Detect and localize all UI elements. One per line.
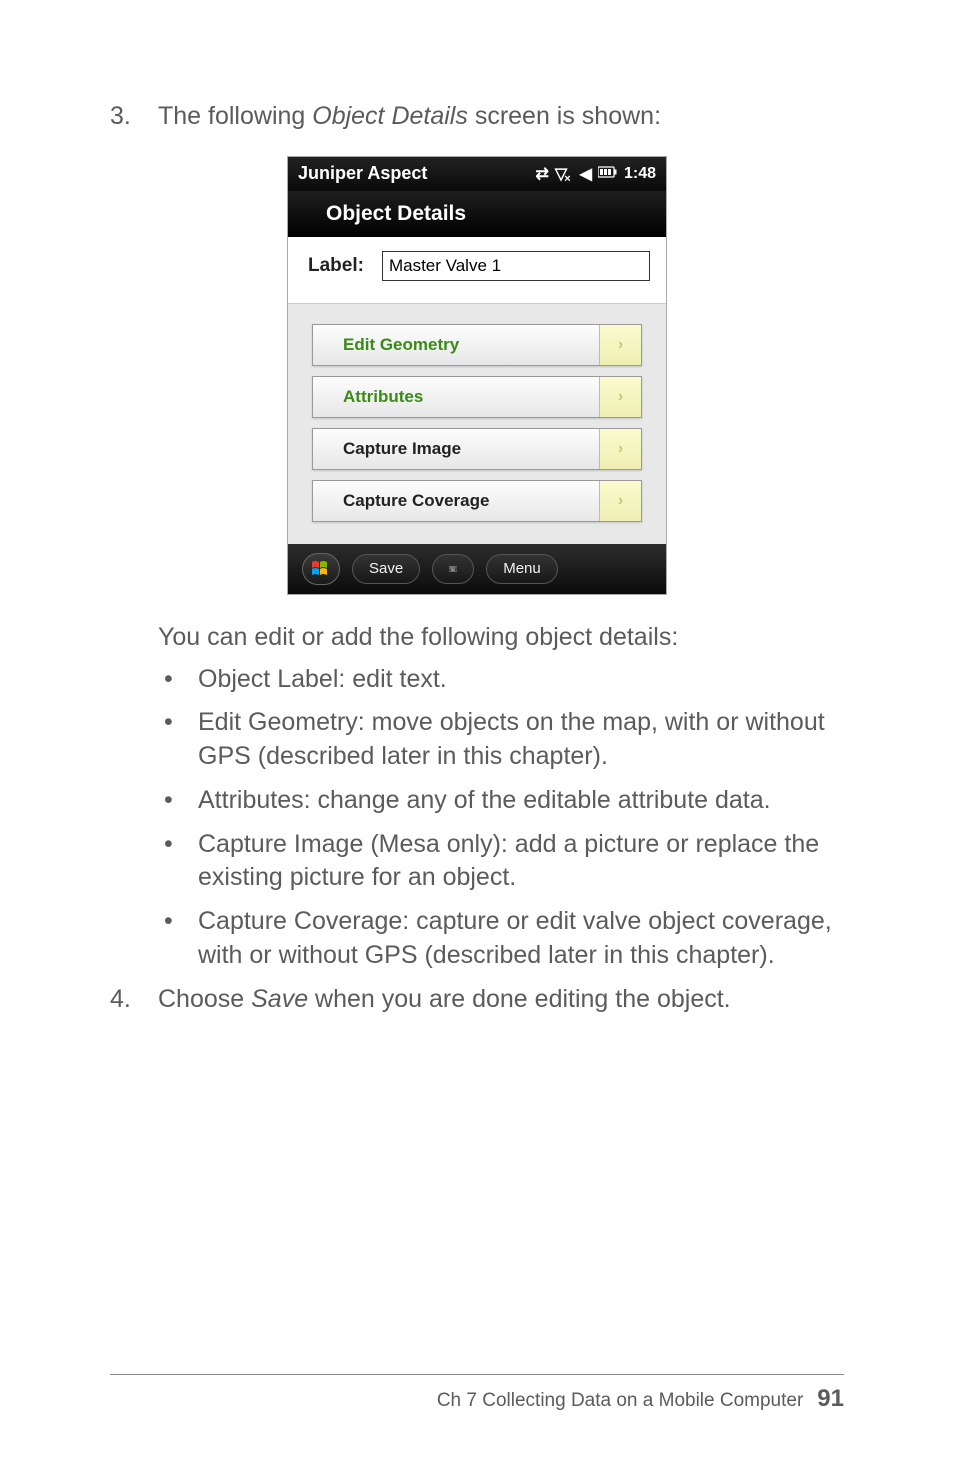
- ordered-item-4-text-before: Choose: [158, 985, 251, 1013]
- menu-button[interactable]: Menu: [486, 554, 558, 584]
- capture-coverage-button[interactable]: Capture Coverage ›: [312, 480, 642, 522]
- status-area: ⇄ ▽× ◀ 1:48: [536, 164, 657, 184]
- edit-geometry-label: Edit Geometry: [343, 335, 459, 355]
- ordered-item-3-italic: Object Details: [312, 102, 468, 130]
- signal-x-icon: ×: [564, 173, 570, 185]
- page: 3. The following Object Details screen i…: [0, 0, 954, 1475]
- bullet-text: Object Label: edit text.: [198, 663, 844, 697]
- embedded-screenshot: Juniper Aspect ⇄ ▽× ◀ 1:48 Object Detail…: [287, 156, 667, 595]
- chevron-right-icon: ›: [599, 481, 641, 521]
- save-button[interactable]: Save: [352, 554, 420, 584]
- title-bar: Juniper Aspect ⇄ ▽× ◀ 1:48: [288, 157, 666, 191]
- bullet-item: Capture Image (Mesa only): add a picture…: [158, 828, 844, 896]
- bullet-text: Capture Image (Mesa only): add a picture…: [198, 828, 844, 896]
- ordered-item-4-body: Choose Save when you are done editing th…: [158, 983, 844, 1017]
- ordered-item-3: 3. The following Object Details screen i…: [110, 100, 844, 134]
- ordered-item-3-number: 3.: [110, 100, 158, 134]
- ordered-item-4-text-after: when you are done editing the object.: [308, 985, 731, 1013]
- chevron-right-icon: ›: [599, 325, 641, 365]
- label-row: Label:: [288, 237, 666, 304]
- bullet-dot: [158, 828, 198, 896]
- battery-icon: [598, 165, 618, 183]
- ordered-item-4-italic: Save: [251, 985, 308, 1013]
- edit-geometry-button[interactable]: Edit Geometry ›: [312, 324, 642, 366]
- page-footer: Ch 7 Collecting Data on a Mobile Compute…: [110, 1374, 844, 1413]
- keyboard-button[interactable]: [432, 554, 474, 584]
- bullet-text: Attributes: change any of the editable a…: [198, 784, 844, 818]
- bottom-bar: Save Menu: [288, 544, 666, 594]
- bullet-list: Object Label: edit text. Edit Geometry: …: [158, 663, 844, 973]
- bullet-dot: [158, 784, 198, 818]
- app-title: Juniper Aspect: [298, 163, 427, 184]
- keyboard-icon: [449, 563, 457, 575]
- bullet-text: Capture Coverage: capture or edit valve …: [198, 905, 844, 973]
- sync-icon: ⇄: [536, 164, 549, 184]
- volume-icon: ◀: [580, 164, 592, 184]
- bullet-dot: [158, 663, 198, 697]
- capture-image-label: Capture Image: [343, 439, 461, 459]
- bullet-item: Attributes: change any of the editable a…: [158, 784, 844, 818]
- ordered-item-4: 4. Choose Save when you are done editing…: [110, 983, 844, 1017]
- ordered-item-3-text-after: screen is shown:: [468, 102, 661, 130]
- label-caption: Label:: [308, 255, 364, 277]
- windows-icon: [310, 558, 332, 580]
- windows-start-button[interactable]: [302, 553, 340, 585]
- capture-coverage-label: Capture Coverage: [343, 491, 489, 511]
- after-screenshot-text: You can edit or add the following object…: [158, 621, 844, 655]
- bullet-dot: [158, 706, 198, 774]
- chevron-right-icon: ›: [599, 377, 641, 417]
- clock: 1:48: [624, 165, 656, 183]
- button-area: Edit Geometry › Attributes › Capture Ima…: [288, 304, 666, 544]
- chevron-right-icon: ›: [599, 429, 641, 469]
- capture-image-button[interactable]: Capture Image ›: [312, 428, 642, 470]
- footer-page-number: 91: [817, 1385, 844, 1413]
- ordered-item-3-body: The following Object Details screen is s…: [158, 100, 844, 134]
- bullet-text: Edit Geometry: move objects on the map, …: [198, 706, 844, 774]
- bullet-dot: [158, 905, 198, 973]
- ordered-item-4-number: 4.: [110, 983, 158, 1017]
- bullet-item: Edit Geometry: move objects on the map, …: [158, 706, 844, 774]
- bullet-item: Capture Coverage: capture or edit valve …: [158, 905, 844, 973]
- object-details-header: Object Details: [288, 191, 666, 237]
- attributes-label: Attributes: [343, 387, 423, 407]
- footer-chapter: Ch 7 Collecting Data on a Mobile Compute…: [437, 1390, 803, 1412]
- bullet-item: Object Label: edit text.: [158, 663, 844, 697]
- save-label: Save: [369, 560, 403, 577]
- menu-label: Menu: [503, 560, 541, 577]
- attributes-button[interactable]: Attributes ›: [312, 376, 642, 418]
- ordered-item-3-text-before: The following: [158, 102, 312, 130]
- label-input[interactable]: [382, 251, 650, 281]
